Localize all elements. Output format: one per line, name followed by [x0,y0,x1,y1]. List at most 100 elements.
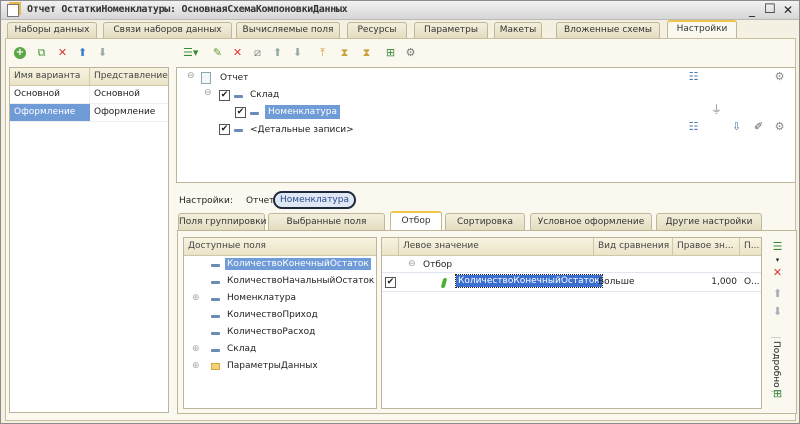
move-down-icon[interactable]: ⬇ [771,306,784,318]
grouping-icon [250,112,259,115]
edit-wand-icon[interactable]: ⧄ [251,47,264,59]
column-header-presentation[interactable]: Представление [90,68,168,86]
row-divider [382,291,761,292]
expand-icon[interactable]: ⊕ [192,361,200,371]
tree-node-nomenclature[interactable]: Номенклатура [265,105,340,119]
variant-name-cell[interactable]: Основной [10,86,90,104]
field-item[interactable]: ПараметрыДанных [227,361,318,371]
add-filter-icon[interactable]: ☰ [771,241,784,253]
add-icon[interactable]: + [14,47,26,59]
delete-icon[interactable]: ✕ [771,267,784,279]
expand-icon[interactable]: ⊕ [192,344,200,354]
subtab-selected-fields[interactable]: Выбранные поля [268,213,385,230]
subtab-sorting[interactable]: Сортировка [445,213,525,230]
tab-datasets[interactable]: Наборы данных [7,22,97,38]
filter-left-value[interactable]: КоличествоКонечныйОстаток [455,274,603,288]
tab-dataset-links[interactable]: Связи наборов данных [103,22,232,38]
column-header-variant-name[interactable]: Имя варианта [10,68,90,86]
filter-group-row[interactable]: Отбор [423,260,452,270]
close-button[interactable]: ✕ [783,3,793,17]
delete-icon[interactable]: ✕ [231,47,244,59]
field-item[interactable]: КоличествоКонечныйОстаток [225,258,371,270]
column-header-comparison[interactable]: Вид сравнения [594,238,673,256]
other-settings-icon[interactable]: ⚙ [773,121,786,133]
tab-parameters[interactable]: Параметры [414,22,488,38]
variant-presentation-cell[interactable]: Основной [90,86,168,104]
field-item[interactable]: Номенклатура [227,293,296,303]
tab-nested-schemas[interactable]: Вложенные схемы [556,22,660,38]
filter-row-checkbox[interactable]: ✔ [385,277,396,288]
selected-fields-icon[interactable]: ☷ [687,121,700,133]
field-icon [211,298,220,301]
tree-node-warehouse[interactable]: Склад [250,90,279,100]
group-up-icon[interactable]: ⧗ [338,47,351,59]
move-up-icon[interactable]: ⬆ [76,47,89,59]
field-item[interactable]: Склад [227,344,256,354]
conditional-format-icon[interactable]: ✐ [752,121,765,133]
grouping-icon [234,129,243,132]
field-item[interactable]: КоличествоНачальныйОстаток [227,276,374,286]
move-up-icon[interactable]: ⬆ [771,288,784,300]
group-down-icon[interactable]: ⧗ [360,47,373,59]
selected-fields-icon[interactable]: ☷ [687,71,700,83]
collapse-icon[interactable]: ⊖ [408,259,416,269]
field-item[interactable]: КоличествоРасход [227,327,315,337]
expand-icon[interactable]: ⊕ [192,293,200,303]
filter-right-value[interactable]: 1,000 [673,277,737,287]
filter-comparison[interactable]: Больше [598,277,635,287]
order-icon[interactable]: ⇩ [730,121,743,133]
edit-icon[interactable]: ✎ [211,47,224,59]
variants-table: Имя варианта Представление Основной Осно… [9,67,169,413]
window: Отчет ОстаткиНоменклатуры: ОсновнаяСхема… [0,0,800,424]
folder-icon [211,363,220,370]
field-icon [211,332,220,335]
checkbox-warehouse[interactable]: ✔ [219,90,230,101]
app-icon [7,4,19,17]
filter-icon[interactable]: ⏚ [710,104,723,116]
grouping-icon [234,95,243,98]
tab-resources[interactable]: Ресурсы [347,22,407,38]
tab-settings[interactable]: Настройки [667,20,737,39]
delete-icon[interactable]: ✕ [56,47,69,59]
maximize-button[interactable]: ☐ [764,2,776,17]
other-settings-icon[interactable]: ⚙ [773,71,786,83]
add-settings-icon[interactable]: ⊞ [384,47,397,59]
add-grouping-icon[interactable]: ☰▾ [183,47,198,59]
add-settings-icon[interactable]: ⊞ [771,388,784,400]
available-fields-header: Доступные поля [184,238,376,256]
structure-tree: ⊖ Отчет ⊖ ✔ Склад ✔ Номенклатура ✔ <Дета… [176,67,796,183]
copy-icon[interactable]: ⧉ [35,47,48,59]
subtab-group-fields[interactable]: Поля группировки [178,213,267,230]
variant-presentation-cell[interactable]: Оформление [90,104,168,122]
move-up-icon[interactable]: ⬆ [271,47,284,59]
move-down-icon[interactable]: ⬇ [96,47,109,59]
tree-node-detail-records[interactable]: <Детальные записи> [250,125,354,135]
collapse-icon[interactable]: ⊖ [187,71,195,81]
subtab-conditional-format[interactable]: Условное оформление [530,213,652,230]
field-item[interactable]: КоличествоПриход [227,310,318,320]
view-settings-icon[interactable]: ⚙ [404,47,417,59]
dropdown-icon[interactable]: ▾ [771,254,784,266]
settings-path-nomenclature[interactable]: Номенклатура [273,191,356,209]
filter-presentation[interactable]: О... [744,277,760,287]
settings-path-label: Настройки: [179,196,233,206]
tree-node-report[interactable]: Отчет [220,73,248,83]
column-header-right-value[interactable]: Правое зн... [673,238,740,256]
column-header-presentation[interactable]: П... [740,238,761,256]
settings-path-report[interactable]: Отчет [246,196,274,206]
column-header-left-value[interactable]: Левое значение [399,238,594,256]
move-down-icon[interactable]: ⬇ [291,47,304,59]
collapse-icon[interactable]: ⊖ [204,88,212,98]
variant-name-cell-selected[interactable]: Оформление [10,104,90,122]
tab-calculated-fields[interactable]: Вычисляемые поля [236,22,340,38]
minimize-button[interactable]: _ [749,3,755,17]
title-bar: Отчет ОстаткиНоменклатуры: ОсновнаяСхема… [1,1,799,20]
details-button[interactable]: Подробно [771,337,781,392]
hierarchy-up-icon[interactable]: ⤒ [316,47,329,59]
subtab-other-settings[interactable]: Другие настройки [656,213,762,230]
checkbox-details[interactable]: ✔ [219,124,230,135]
checkbox-nomenclature[interactable]: ✔ [235,107,246,118]
subtab-filter[interactable]: Отбор [390,211,442,231]
field-icon [211,349,220,352]
tab-templates[interactable]: Макеты [494,22,542,38]
